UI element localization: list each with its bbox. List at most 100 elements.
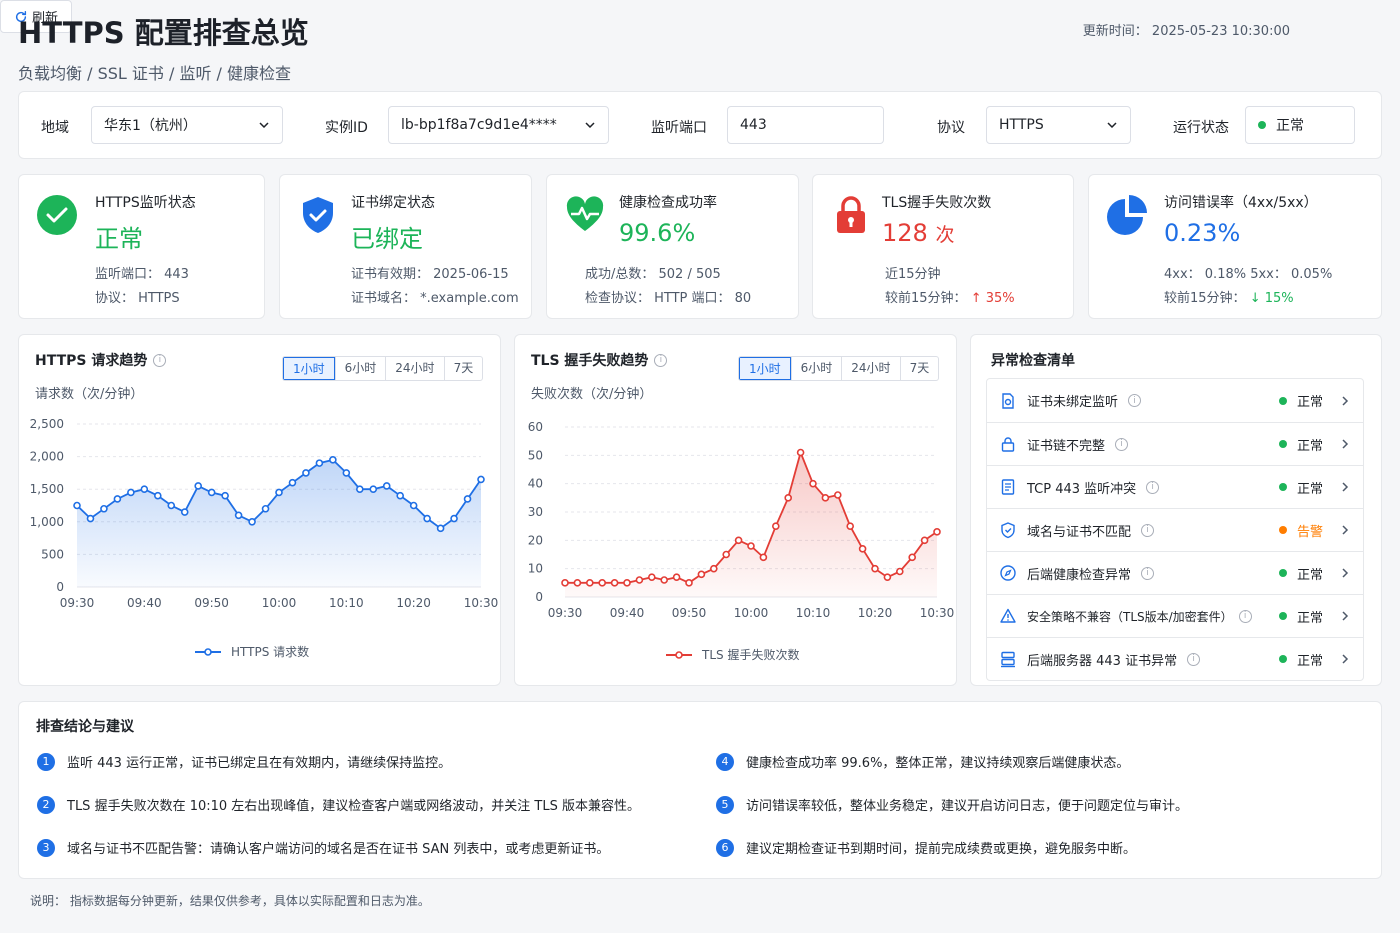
checklist-label: 证书未绑定监听 — [1027, 395, 1119, 410]
data-point — [858, 545, 867, 553]
info-icon[interactable]: i — [654, 353, 668, 367]
conclusion-number: 5 — [716, 795, 734, 814]
y-tick-label: 2,000 — [30, 450, 64, 464]
status-badge: 正常 — [1278, 391, 1323, 410]
info-icon[interactable]: i — [1146, 480, 1160, 494]
x-tick-label: 09:40 — [127, 596, 162, 610]
kpi-error-rate: 访问错误率（4xx/5xx） 0.23% 4xx： 0.18% 5xx： 0.0… — [1088, 174, 1382, 319]
info-icon[interactable]: i — [1238, 609, 1252, 623]
chevron-right-icon — [1342, 439, 1349, 449]
data-point — [573, 579, 582, 587]
data-point — [167, 501, 176, 510]
status-dot — [1258, 121, 1266, 129]
data-point — [207, 488, 216, 497]
conclusion-number: 4 — [716, 752, 734, 771]
footnote: 说明： 指标数据每分钟更新，结果仅供参考，具体以实际配置和日志为准。 — [30, 894, 430, 908]
protocol-select[interactable]: HTTPS — [986, 106, 1131, 144]
checklist-item[interactable]: TCP 443 监听冲突 i 正常 — [987, 465, 1363, 508]
checklist-label: 域名与证书不匹配 — [1027, 524, 1132, 540]
data-point — [355, 485, 364, 493]
kpi-change-down: ↓ 15% — [1249, 291, 1294, 306]
range-24h[interactable]: 24小时 — [841, 357, 899, 380]
update-time: 更新时间： 2025-05-23 10:30:00 — [1082, 24, 1290, 39]
chart-title: HTTPS 请求趋势 i — [35, 350, 167, 370]
y-tick-label: 60 — [528, 420, 543, 434]
instance-value: lb-bp1f8a7c9d1e4**** — [401, 117, 557, 133]
data-point — [302, 469, 310, 477]
info-icon[interactable]: i — [1187, 652, 1201, 666]
checklist-label: 证书链不完整 — [1027, 438, 1106, 454]
data-point — [796, 448, 805, 457]
instance-select[interactable]: lb-bp1f8a7c9d1e4**** — [388, 106, 609, 144]
range-1h[interactable]: 1小时 — [283, 357, 335, 380]
data-point — [895, 567, 904, 576]
status-text: 正常 — [1296, 395, 1323, 410]
checklist-item[interactable]: 证书链不完整 i 正常 — [987, 422, 1363, 465]
status-select[interactable]: 正常 — [1245, 106, 1355, 144]
info-icon[interactable]: i — [1141, 566, 1155, 580]
series-area — [565, 452, 937, 597]
x-tick-label: 09:50 — [194, 596, 229, 610]
kpi-title: 访问错误率（4xx/5xx） — [1164, 195, 1318, 211]
region-select[interactable]: 华东1（杭州） — [91, 106, 283, 144]
data-point — [234, 511, 243, 520]
status-badge: 正常 — [1278, 564, 1323, 583]
checklist-rows: 证书未绑定监听 i 正常 证书链不完整 i 正常 TCP 443 监听冲突 i … — [986, 378, 1364, 681]
region-value: 华东1（杭州） — [104, 118, 197, 134]
checklist-label: TCP 443 监听冲突 — [1027, 481, 1137, 497]
info-icon[interactable]: i — [1115, 437, 1129, 451]
anomaly-checklist: 异常检查清单 证书未绑定监听 i 正常 证书链不完整 i 正常 TCP 443 … — [970, 334, 1382, 686]
range-6h[interactable]: 6小时 — [334, 357, 386, 380]
checklist-item[interactable]: 后端服务器 443 证书异常 i 正常 — [987, 637, 1363, 680]
checklist-item[interactable]: 证书未绑定监听 i 正常 — [987, 379, 1363, 422]
data-point — [821, 494, 830, 502]
status-text: 正常 — [1296, 481, 1323, 497]
kpi-compare-label: 较前15分钟： — [1164, 291, 1246, 306]
info-icon[interactable]: i — [153, 353, 167, 367]
data-point — [180, 508, 189, 516]
range-7d[interactable]: 7天 — [443, 357, 483, 380]
checklist-item[interactable]: 域名与证书不匹配 i 告警 — [987, 508, 1363, 551]
status-badge: 正常 — [1278, 435, 1323, 454]
conclusion-text: 访问错误率较低，整体业务稳定，建议开启访问日志，便于问题定位与审计。 — [746, 799, 1189, 814]
conclusion-number: 2 — [37, 795, 55, 814]
checklist-label: 后端服务器 443 证书异常 — [1027, 653, 1178, 669]
data-point — [697, 570, 706, 579]
chevron-right-icon — [1342, 611, 1349, 621]
data-point — [329, 456, 337, 464]
checklist-item[interactable]: 安全策略不兼容（TLS版本/加密套件） i 正常 — [987, 594, 1363, 637]
range-1h[interactable]: 1小时 — [739, 357, 791, 380]
checklist-item[interactable]: 后端健康检查异常 i 正常 — [987, 551, 1363, 594]
page-title: HTTPS 配置排查总览 — [18, 16, 309, 50]
y-tick-label: 0 — [56, 580, 64, 594]
data-point — [369, 485, 378, 493]
conclusion-text: TLS 握手失败次数在 10:10 左右出现峰值，建议检查客户端或网络波动，并关… — [67, 799, 640, 814]
y-tick-label: 500 — [41, 547, 64, 561]
kpi-value: 正常 — [95, 225, 143, 253]
warning-icon — [1000, 608, 1016, 623]
conclusions-title: 排查结论与建议 — [36, 719, 134, 735]
chevron-right-icon — [1342, 525, 1349, 535]
range-6h[interactable]: 6小时 — [790, 357, 842, 380]
document-icon — [1001, 479, 1015, 495]
y-tick-label: 20 — [528, 533, 543, 547]
data-point — [908, 553, 917, 562]
data-point — [436, 524, 445, 533]
range-7d[interactable]: 7天 — [899, 357, 939, 380]
kpi-title: TLS握手失败次数 — [882, 195, 992, 211]
data-point — [477, 475, 485, 484]
status-text: 正常 — [1296, 438, 1323, 454]
data-point — [623, 579, 631, 587]
data-point — [833, 491, 842, 499]
port-input[interactable]: 443 — [727, 106, 884, 144]
data-point — [871, 564, 879, 573]
range-24h[interactable]: 24小时 — [385, 357, 443, 380]
tls-trend-card: 0 10 20 30 40 50 60 09:30 09:40 09:50 10:00 10:10 10… — [514, 334, 957, 686]
y-tick-label: 30 — [528, 505, 543, 519]
kpi-detail: 证书有效期： 2025-06-15 — [351, 267, 509, 282]
kpi-detail: 检查协议： HTTP 端口： 80 — [585, 291, 752, 306]
data-point — [463, 495, 472, 503]
data-point — [920, 536, 929, 545]
info-icon[interactable]: i — [1128, 394, 1142, 407]
info-icon[interactable]: i — [1141, 523, 1155, 537]
